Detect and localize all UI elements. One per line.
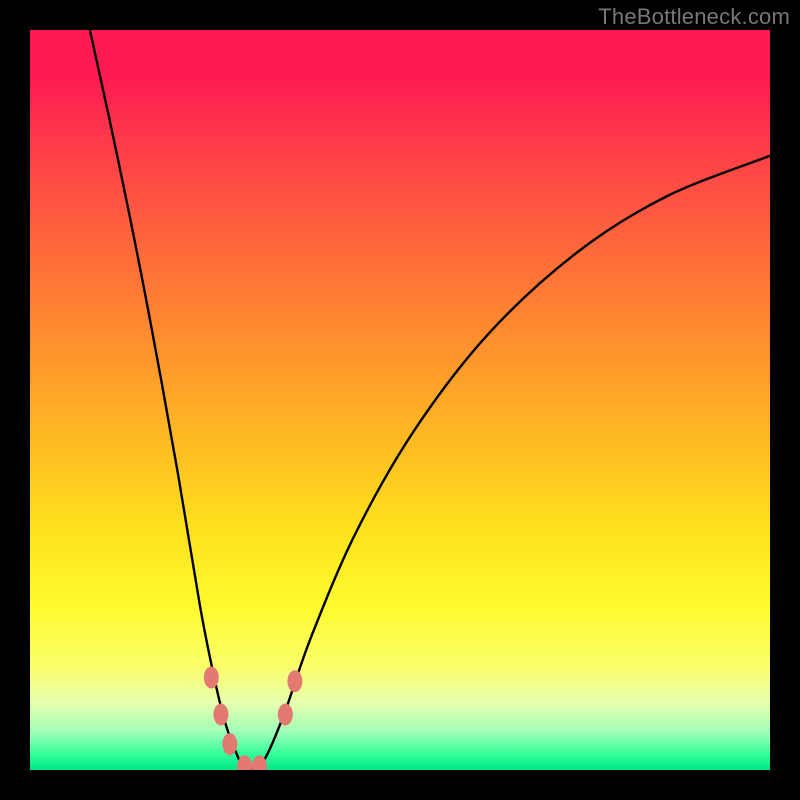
watermark-text: TheBottleneck.com xyxy=(598,4,790,30)
curve-marker xyxy=(204,667,219,689)
curve-marker xyxy=(213,704,228,726)
curve-markers xyxy=(204,667,303,771)
bottleneck-curve xyxy=(90,30,770,770)
plot-area xyxy=(30,30,770,770)
curve-layer xyxy=(30,30,770,770)
curve-marker xyxy=(287,670,302,692)
outer-frame: TheBottleneck.com xyxy=(0,0,800,800)
curve-marker xyxy=(278,704,293,726)
curve-marker xyxy=(222,733,237,755)
